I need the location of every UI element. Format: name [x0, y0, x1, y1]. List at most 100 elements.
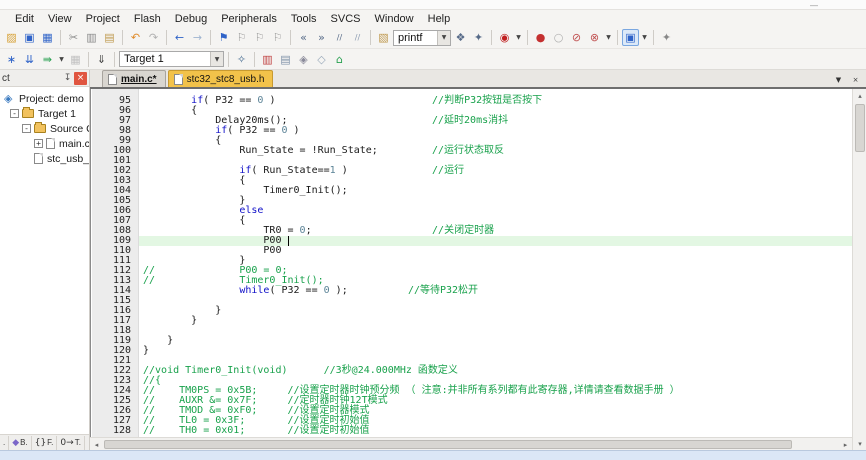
doc-tab-stc32-stc8-usb-h[interactable]: stc32_stc8_usb.h	[168, 70, 274, 87]
project-panel-tabs: .◆B.{}F.0→T.	[0, 434, 89, 450]
scroll-down-icon[interactable]: ▾	[853, 437, 866, 450]
open-folder-icon[interactable]: ▨	[3, 29, 20, 46]
side-tab-functions[interactable]: {}F.	[32, 436, 58, 450]
tree-item-main-c[interactable]: + main.c	[0, 136, 89, 151]
doc-tab-stc32-stc8-usb-h-label: stc32_stc8_usb.h	[187, 74, 265, 85]
window-layout-icon[interactable]: ▣	[622, 29, 639, 46]
comment-selection-icon[interactable]: //	[331, 29, 348, 46]
chevron-down-icon[interactable]: ▼	[640, 29, 649, 46]
target-select-combo[interactable]: Target 1▼	[119, 51, 224, 67]
side-tab-project[interactable]: .	[0, 436, 9, 450]
uncomment-selection-icon[interactable]: //	[349, 29, 366, 46]
line-text	[139, 296, 852, 306]
tree-item-main-c-label: main.c	[59, 138, 89, 150]
tree-expander-icon[interactable]: +	[34, 139, 43, 148]
file-extensions-icon[interactable]: ▤	[277, 51, 294, 68]
redo-icon[interactable]: ↷	[145, 29, 162, 46]
lookup-icon[interactable]: ◉	[496, 29, 513, 46]
copy-icon[interactable]: ▥	[83, 29, 100, 46]
save-all-icon[interactable]: ▦	[39, 29, 56, 46]
configure-icon[interactable]: ✦	[658, 29, 675, 46]
line-text: else	[139, 206, 852, 216]
tree-expander-icon[interactable]: -	[10, 109, 19, 118]
vertical-scroll-thumb[interactable]	[855, 104, 865, 152]
horizontal-scrollbar[interactable]: ◂ ▸	[90, 437, 852, 450]
bookmark-prev-icon[interactable]: ⚐	[233, 29, 250, 46]
toolbar-separator	[290, 30, 291, 45]
pin-icon[interactable]: ↧	[61, 72, 74, 85]
menu-flash[interactable]: Flash	[127, 12, 168, 26]
menu-help[interactable]: Help	[421, 12, 458, 26]
paste-icon[interactable]: ▤	[101, 29, 118, 46]
menu-svcs[interactable]: SVCS	[324, 12, 368, 26]
project-panel-title: ct	[2, 73, 61, 84]
side-tab-templates[interactable]: 0→T.	[57, 436, 85, 450]
navigate-back-icon[interactable]: ←	[171, 29, 188, 46]
target-options-icon[interactable]: ✧	[233, 51, 250, 68]
translate-file-icon[interactable]: ∗	[3, 51, 20, 68]
bookmark-clear-icon[interactable]: ⚐	[269, 29, 286, 46]
tree-item-project[interactable]: ◈Project: demo	[0, 91, 89, 106]
find-combo[interactable]: printf▼	[393, 30, 451, 46]
chevron-down-icon[interactable]: ▼	[604, 29, 613, 46]
tab-close-icon[interactable]: ×	[849, 73, 862, 86]
chevron-down-icon[interactable]: ▼	[514, 29, 523, 46]
menu-peripherals[interactable]: Peripherals	[214, 12, 284, 26]
chevron-down-icon[interactable]: ▼	[57, 51, 66, 68]
vertical-scrollbar[interactable]: ▴ ▾	[852, 89, 866, 450]
file-icon	[174, 74, 183, 85]
line-text: if( Run_State==1 ) //运行	[139, 166, 852, 176]
scroll-up-icon[interactable]: ▴	[853, 89, 866, 102]
tree-item-source-group[interactable]: -Source Grou	[0, 121, 89, 136]
minimize-button[interactable]: —	[810, 2, 818, 10]
select-device-icon[interactable]: ◈	[295, 51, 312, 68]
menu-tools[interactable]: Tools	[284, 12, 324, 26]
bookmark-next-icon[interactable]: ⚐	[251, 29, 268, 46]
bookmark-toggle-icon[interactable]: ⚑	[215, 29, 232, 46]
toolbar-separator	[122, 30, 123, 45]
find-next-icon[interactable]: ❖	[452, 29, 469, 46]
menu-view[interactable]: View	[41, 12, 79, 26]
breakpoint-insert-icon[interactable]: ●	[532, 29, 549, 46]
line-number: 95	[92, 96, 139, 106]
horizontal-scroll-thumb[interactable]	[104, 440, 792, 449]
manage-components-icon[interactable]: ▥	[259, 51, 276, 68]
breakpoint-disable-all-icon[interactable]: ⊘	[568, 29, 585, 46]
chevron-down-icon[interactable]: ▼	[437, 31, 450, 45]
build-icon[interactable]: ⇊	[21, 51, 38, 68]
code-editor[interactable]: 95 if( P32 == 0 ) //判断P32按钮是否按下96 {97 De…	[90, 89, 852, 437]
side-tab-books[interactable]: ◆B.	[9, 436, 31, 450]
tree-expander-icon[interactable]: -	[22, 124, 31, 133]
menu-edit[interactable]: Edit	[8, 12, 41, 26]
file-icon	[34, 153, 43, 164]
menu-project[interactable]: Project	[79, 12, 127, 26]
menu-window[interactable]: Window	[368, 12, 421, 26]
toolbar-separator	[617, 30, 618, 45]
breakpoint-kill-all-icon[interactable]: ⊗	[586, 29, 603, 46]
tree-item-target1[interactable]: -Target 1	[0, 106, 89, 121]
text-cursor	[288, 236, 289, 246]
indent-icon[interactable]: »	[313, 29, 330, 46]
navigate-forward-icon[interactable]: →	[189, 29, 206, 46]
project-tree: ◈Project: demo-Target 1-Source Grou + main…	[0, 87, 89, 434]
tab-scroll-icon[interactable]: ▼	[832, 73, 845, 86]
cut-icon[interactable]: ✂	[65, 29, 82, 46]
line-text: Run_State = !Run_State; //运行状态取反	[139, 146, 852, 156]
find-in-files-icon[interactable]: ▧	[375, 29, 392, 46]
close-icon[interactable]: ×	[74, 72, 87, 85]
menu-debug[interactable]: Debug	[168, 12, 214, 26]
pack-installer-icon[interactable]: ⌂	[331, 51, 348, 68]
chevron-down-icon[interactable]: ▼	[210, 52, 223, 66]
download-flash-icon[interactable]: ⇓	[93, 51, 110, 68]
breakpoint-enable-icon[interactable]: ○	[550, 29, 567, 46]
watch-icon[interactable]: ✦	[470, 29, 487, 46]
rebuild-all-icon[interactable]: ⇛	[39, 51, 56, 68]
tree-item-stc-usb[interactable]: stc_usb_	[0, 151, 89, 166]
environment-icon[interactable]: ◇	[313, 51, 330, 68]
side-tab-functions-label: F.	[47, 438, 53, 447]
undo-icon[interactable]: ↶	[127, 29, 144, 46]
doc-tab-main-c[interactable]: main.c*	[102, 70, 166, 87]
save-icon[interactable]: ▣	[21, 29, 38, 46]
stop-build-icon[interactable]: ▦	[67, 51, 84, 68]
unindent-icon[interactable]: «	[295, 29, 312, 46]
